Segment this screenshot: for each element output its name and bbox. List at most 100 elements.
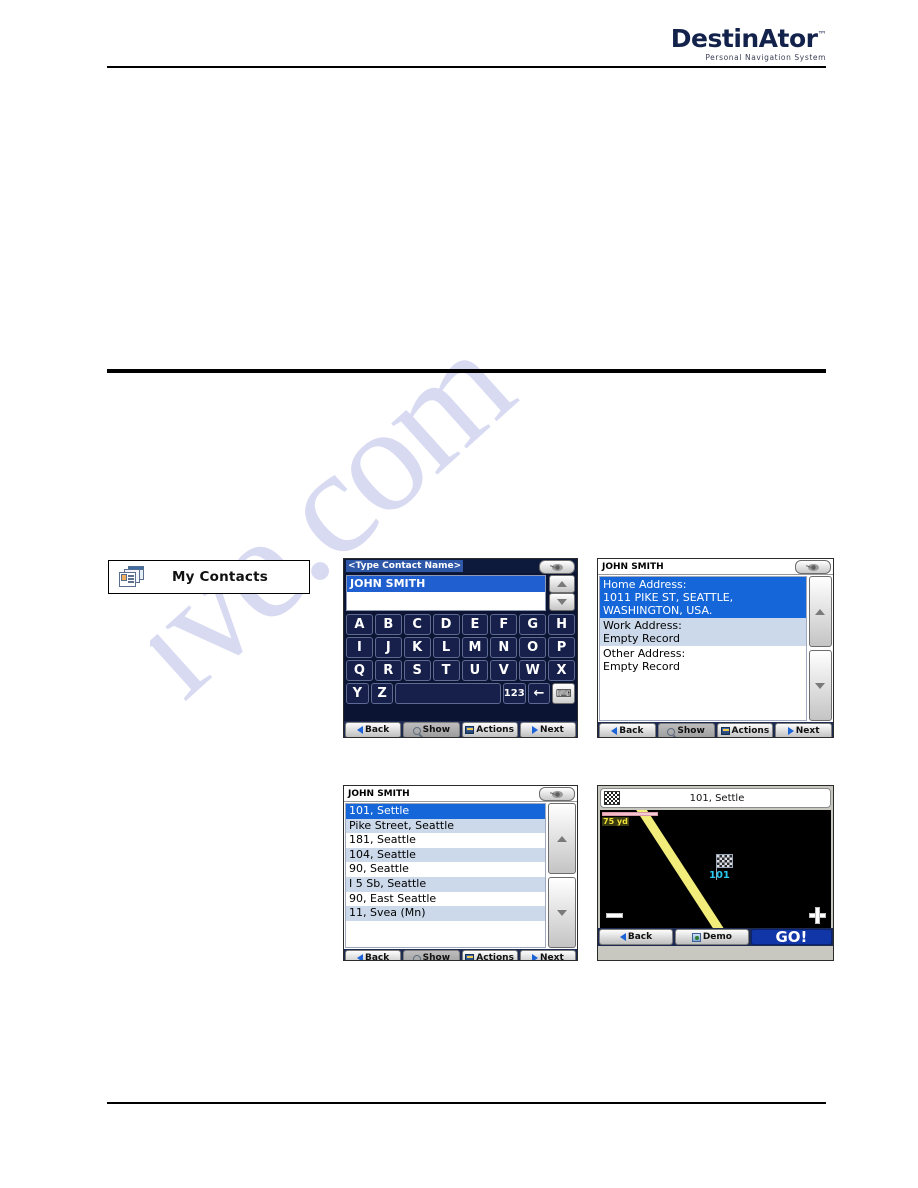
key-y[interactable]: Y <box>346 683 369 704</box>
destination-flag-icon <box>716 854 733 880</box>
list-item[interactable]: Pike Street, Seattle <box>346 818 545 834</box>
key-c[interactable]: C <box>403 614 431 635</box>
keyboard-toggle-icon[interactable]: ⌨ <box>552 683 576 704</box>
scroll-down-button[interactable] <box>808 650 832 721</box>
header-divider <box>107 66 826 68</box>
address-toolbar: Back Show Actions Next <box>598 722 833 737</box>
key-h[interactable]: H <box>548 614 575 635</box>
key-space[interactable] <box>395 683 501 704</box>
key-r[interactable]: R <box>374 660 402 681</box>
next-label: Next <box>795 726 820 736</box>
key-i[interactable]: I <box>346 637 373 658</box>
actions-button[interactable]: Actions <box>461 950 518 960</box>
actions-button[interactable]: Actions <box>461 722 518 737</box>
plus-icon-vertical <box>814 906 820 924</box>
list-item[interactable]: 90, Seattle <box>346 862 545 877</box>
key-x[interactable]: X <box>548 660 575 681</box>
results-toolbar: Back Show Actions Next <box>344 949 577 960</box>
address-list[interactable]: Home Address: 1011 PIKE ST, SEATTLE, WAS… <box>599 576 807 721</box>
zoom-out-button[interactable] <box>603 905 625 925</box>
key-f[interactable]: F <box>490 614 518 635</box>
keyboard-title: <Type Contact Name> <box>346 560 464 572</box>
key-l[interactable]: L <box>432 637 460 658</box>
list-item[interactable]: Home Address: 1011 PIKE ST, SEATTLE, WAS… <box>600 577 806 618</box>
address-type-label: Work Address: <box>603 619 682 632</box>
map-toolbar: Back Demo GO! <box>598 928 833 946</box>
key-n[interactable]: N <box>490 637 518 658</box>
back-label: Back <box>364 725 390 735</box>
back-button[interactable]: Back <box>599 929 673 945</box>
back-button[interactable]: Back <box>599 723 656 737</box>
device-screen-results: JOHN SMITH 101, Settle Pike Street, Seat… <box>343 785 578 961</box>
key-a[interactable]: A <box>346 614 373 635</box>
scroll-up-button[interactable] <box>808 576 832 647</box>
next-button[interactable]: Next <box>519 950 576 960</box>
go-button[interactable]: GO! <box>750 928 832 946</box>
scroll-up-button[interactable] <box>549 575 575 593</box>
key-k[interactable]: K <box>403 637 431 658</box>
keyboard-scroll-buttons <box>549 575 575 611</box>
key-d[interactable]: D <box>432 614 460 635</box>
key-j[interactable]: J <box>374 637 402 658</box>
list-item[interactable]: JOHN SMITH <box>347 576 545 592</box>
map-scale-bar <box>602 812 658 816</box>
key-t[interactable]: T <box>432 660 460 681</box>
view-icon[interactable] <box>795 560 831 574</box>
address-type-label: Home Address: <box>603 578 687 591</box>
key-v[interactable]: V <box>490 660 518 681</box>
demo-button[interactable]: Demo <box>674 929 749 945</box>
contact-results-list[interactable]: JOHN SMITH <box>346 575 546 611</box>
show-button[interactable]: Show <box>657 723 715 737</box>
list-item[interactable]: Work Address: Empty Record <box>600 618 806 646</box>
list-item[interactable]: 11, Svea (Mn) <box>346 906 545 921</box>
key-q[interactable]: Q <box>346 660 373 681</box>
keyboard-row-3: Q R S T U V W X <box>346 660 575 681</box>
show-button[interactable]: Show <box>403 950 460 960</box>
next-button[interactable]: Next <box>519 722 576 737</box>
list-item[interactable]: 90, East Seattle <box>346 892 545 907</box>
key-u[interactable]: U <box>461 660 489 681</box>
scroll-down-button[interactable] <box>549 593 575 611</box>
key-m[interactable]: M <box>461 637 489 658</box>
key-o[interactable]: O <box>519 637 547 658</box>
contacts-card-icon <box>119 566 145 588</box>
view-icon[interactable] <box>539 787 575 801</box>
back-button[interactable]: Back <box>345 722 402 737</box>
key-z[interactable]: Z <box>370 683 394 704</box>
key-numbers[interactable]: 123 <box>502 683 526 704</box>
list-item[interactable]: 181, Seattle <box>346 833 545 848</box>
address-value: Empty Record <box>603 660 680 673</box>
key-b[interactable]: B <box>374 614 402 635</box>
results-title: JOHN SMITH <box>348 788 410 799</box>
actions-icon <box>465 726 475 734</box>
key-e[interactable]: E <box>461 614 489 635</box>
results-body: 101, Settle Pike Street, Seattle 181, Se… <box>344 802 577 949</box>
key-s[interactable]: S <box>403 660 431 681</box>
list-item[interactable]: 101, Settle <box>346 804 545 819</box>
list-item[interactable]: Other Address: Empty Record <box>600 646 806 674</box>
my-contacts-button[interactable]: My Contacts <box>108 560 310 594</box>
key-p[interactable]: P <box>548 637 575 658</box>
map-scale-label: 75 yd <box>602 817 629 826</box>
trademark-symbol: ™ <box>817 30 827 41</box>
list-item[interactable]: 104, Seattle <box>346 847 545 863</box>
map-canvas[interactable]: 75 yd 101 <box>600 810 831 928</box>
key-backspace-icon[interactable]: ← <box>527 683 551 704</box>
show-label: Show <box>422 725 451 735</box>
show-button[interactable]: Show <box>403 722 460 737</box>
zoom-in-button[interactable] <box>806 905 828 925</box>
view-icon[interactable] <box>539 560 575 574</box>
key-g[interactable]: G <box>519 614 547 635</box>
results-list[interactable]: 101, Settle Pike Street, Seattle 181, Se… <box>345 803 546 948</box>
results-scrollbar <box>548 803 576 948</box>
key-w[interactable]: W <box>519 660 547 681</box>
chevron-left-icon <box>619 933 626 941</box>
next-button[interactable]: Next <box>775 723 832 737</box>
list-item[interactable] <box>347 592 545 608</box>
back-button[interactable]: Back <box>345 950 402 960</box>
scroll-down-button[interactable] <box>548 877 576 948</box>
list-item[interactable]: I 5 Sb, Seattle <box>346 876 545 892</box>
actions-button[interactable]: Actions <box>716 723 774 737</box>
scroll-up-button[interactable] <box>548 803 576 874</box>
address-value: Empty Record <box>603 632 680 645</box>
